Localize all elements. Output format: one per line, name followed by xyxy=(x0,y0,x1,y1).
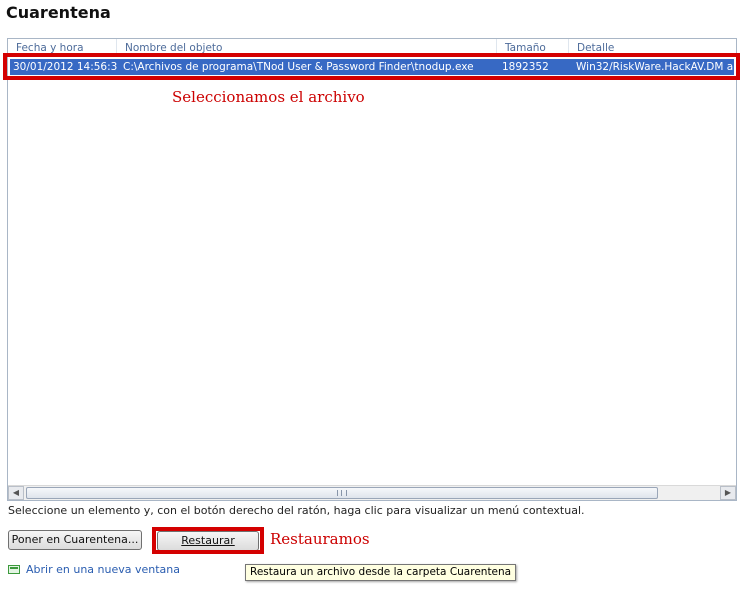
quarantine-list[interactable]: Fecha y hora Nombre del objeto Tamaño De… xyxy=(7,38,737,501)
open-new-window-label: Abrir en una nueva ventana xyxy=(26,563,180,576)
new-window-icon xyxy=(8,565,20,574)
row-highlight-frame xyxy=(3,53,740,80)
page-title: Cuarentena xyxy=(6,3,111,22)
quarantine-button[interactable]: Poner en Cuarentena... xyxy=(8,530,142,550)
restore-highlight-frame xyxy=(152,527,264,554)
restore-tooltip: Restaura un archivo desde la carpeta Cua… xyxy=(245,564,517,581)
annotation-select-file: Seleccionamos el archivo xyxy=(172,88,365,106)
scroll-right-arrow-icon[interactable]: ▶ xyxy=(720,486,736,500)
hint-text: Seleccione un elemento y, con el botón d… xyxy=(8,504,585,517)
scrollbar-thumb[interactable] xyxy=(26,487,658,499)
scroll-left-arrow-icon[interactable]: ◀ xyxy=(8,486,24,500)
annotation-restore: Restauramos xyxy=(270,530,370,548)
horizontal-scrollbar[interactable]: ◀ ▶ xyxy=(8,485,736,500)
open-new-window-link[interactable]: Abrir en una nueva ventana xyxy=(8,563,180,576)
scrollbar-grip-icon xyxy=(337,490,347,496)
